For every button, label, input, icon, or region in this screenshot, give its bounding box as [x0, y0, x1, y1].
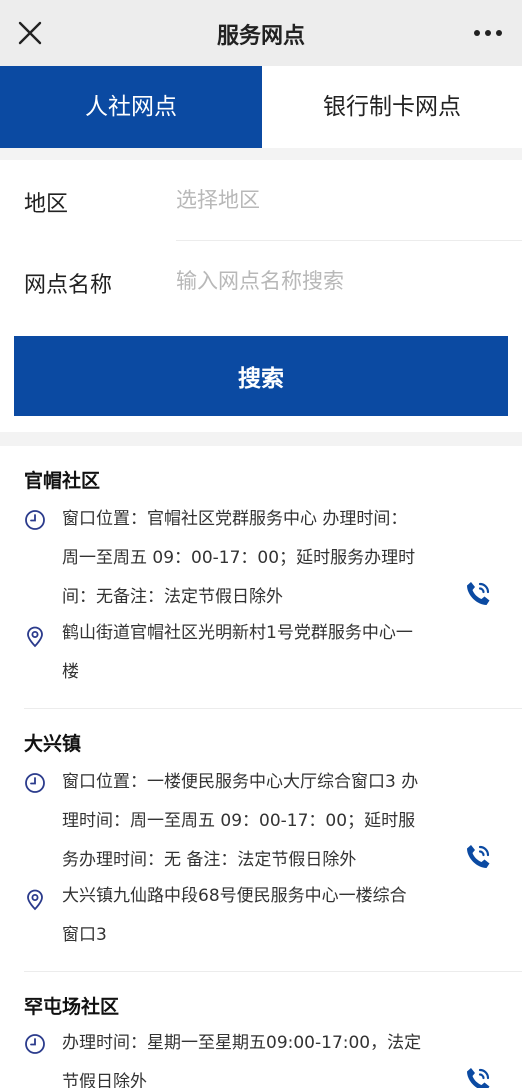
tab-bank-card-outlets[interactable]: 银行制卡网点: [262, 66, 522, 148]
list-item[interactable]: 大兴镇 窗口位置：一楼便民服务中心大厅综合窗口3 办 理时间：周一至周五 09：…: [0, 709, 522, 971]
clock-icon: [25, 773, 45, 793]
hours-text: 窗口位置：官帽社区党群服务中心 办理时间：: [62, 509, 408, 529]
region-input[interactable]: [176, 182, 496, 218]
phone-icon[interactable]: [462, 841, 494, 873]
address-text: 窗口3: [62, 925, 107, 945]
clock-icon: [25, 510, 45, 530]
site-list: 官帽社区 窗口位置：官帽社区党群服务中心 办理时间： 周一至周五 09：00-1…: [0, 446, 522, 1088]
site-name: 罕屯场社区: [24, 996, 120, 1018]
hours-text: 窗口位置：一楼便民服务中心大厅综合窗口3 办: [62, 772, 419, 792]
section-gap: [0, 148, 522, 160]
navbar: 服务网点: [0, 0, 522, 66]
site-name: 大兴镇: [24, 733, 82, 755]
location-pin-icon: [27, 626, 43, 648]
list-item[interactable]: 官帽社区 窗口位置：官帽社区党群服务中心 办理时间： 周一至周五 09：00-1…: [0, 446, 522, 708]
hours-text: 周一至周五 09：00-17：00；延时服务办理时: [62, 548, 416, 568]
search-form: 地区 网点名称 搜索: [0, 160, 522, 432]
hours-text: 间：无备注：法定节假日除外: [62, 587, 283, 607]
hours-text: 理时间：周一至周五 09：00-17：00；延时服: [62, 811, 416, 831]
address-text: 大兴镇九仙路中段68号便民服务中心一楼综合: [62, 886, 407, 906]
clock-icon: [25, 1034, 45, 1054]
address-text: 楼: [62, 662, 79, 682]
hours-text: 务办理时间：无 备注：法定节假日除外: [62, 850, 357, 870]
site-name-label: 网点名称: [24, 273, 113, 298]
tab-hr-outlets[interactable]: 人社网点: [0, 66, 262, 148]
location-pin-icon: [27, 889, 43, 911]
list-item[interactable]: 罕屯场社区 办理时间：星期一至星期五09:00-17:00，法定 节假日除外: [0, 972, 522, 1088]
site-name: 官帽社区: [24, 470, 101, 492]
search-button[interactable]: 搜索: [14, 336, 508, 416]
site-name-input[interactable]: [176, 263, 496, 299]
region-row: 地区: [0, 160, 522, 240]
address-text: 鹤山街道官帽社区光明新村1号党群服务中心一: [62, 623, 413, 643]
phone-icon[interactable]: [462, 1064, 494, 1088]
hours-text: 节假日除外: [62, 1072, 147, 1088]
region-label: 地区: [24, 192, 69, 217]
more-dots-icon[interactable]: [468, 17, 508, 49]
site-name-row: 网点名称: [0, 241, 522, 321]
section-gap: [0, 432, 522, 446]
tab-bar: 人社网点 银行制卡网点: [0, 66, 522, 148]
hours-text: 办理时间：星期一至星期五09:00-17:00，法定: [62, 1033, 422, 1053]
page-title: 服务网点: [216, 24, 305, 49]
phone-icon[interactable]: [462, 578, 494, 610]
